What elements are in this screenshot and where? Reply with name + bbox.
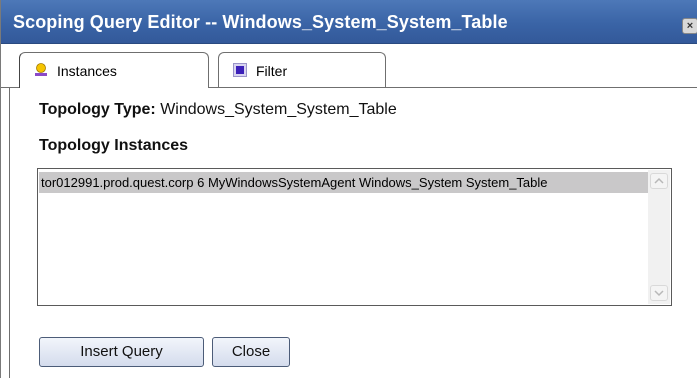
close-icon[interactable]: × — [682, 18, 697, 34]
title-bar[interactable]: Scoping Query Editor -- Windows_System_S… — [1, 0, 697, 44]
vertical-scrollbar[interactable] — [648, 170, 670, 304]
instances-icon — [35, 63, 47, 76]
tab-divider — [209, 87, 697, 88]
topology-type: Topology Type: Windows_System_System_Tab… — [39, 101, 397, 119]
chevron-down-icon — [654, 290, 664, 297]
close-button[interactable]: Close — [212, 337, 290, 367]
insert-query-button[interactable]: Insert Query — [39, 337, 204, 367]
scroll-down-button[interactable] — [650, 285, 668, 301]
tab-filter[interactable]: Filter — [218, 52, 386, 88]
chevron-up-icon — [654, 177, 664, 184]
topology-type-value: Windows_System_System_Table — [160, 101, 397, 118]
scoping-query-editor-window: Scoping Query Editor -- Windows_System_S… — [0, 0, 697, 378]
tab-strip: Instances Filter — [1, 44, 697, 88]
tab-instances[interactable]: Instances — [19, 52, 209, 88]
topology-type-label: Topology Type: — [39, 101, 156, 118]
topology-instances-list[interactable]: tor012991.prod.quest.corp 6 MyWindowsSys… — [37, 168, 672, 306]
window-title: Scoping Query Editor -- Windows_System_S… — [13, 12, 508, 32]
filter-icon — [233, 63, 247, 77]
tab-instances-label: Instances — [57, 63, 117, 79]
tab-filter-label: Filter — [256, 63, 288, 79]
content-border — [9, 88, 10, 378]
list-item[interactable]: tor012991.prod.quest.corp 6 MyWindowsSys… — [39, 172, 649, 193]
scroll-up-button[interactable] — [650, 173, 668, 189]
topology-instances-heading: Topology Instances — [39, 137, 189, 154]
tab-divider — [1, 87, 19, 88]
